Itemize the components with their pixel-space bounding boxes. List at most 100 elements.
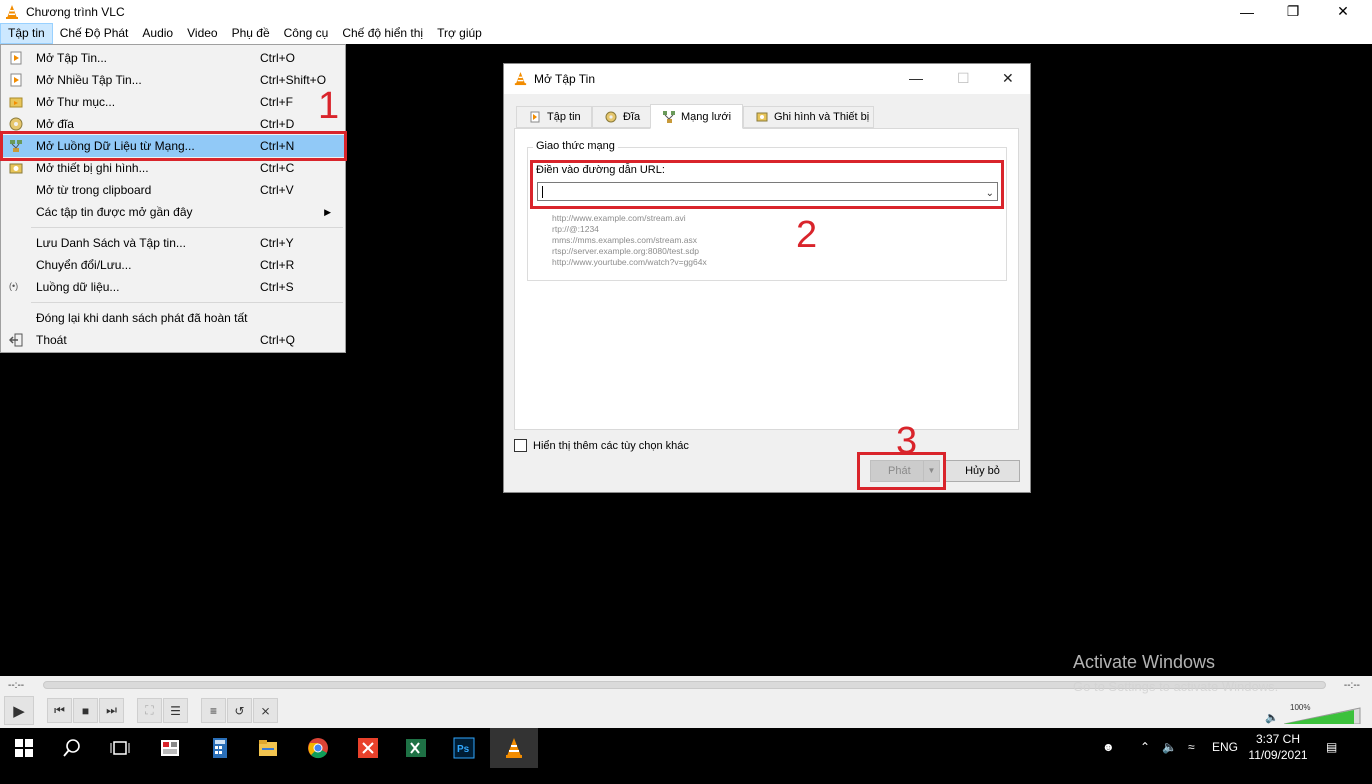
capture-device-icon [9, 163, 23, 174]
menu-playback[interactable]: Chế Độ Phát [53, 23, 136, 44]
close-button[interactable]: ✕ [1320, 0, 1366, 23]
search-icon [63, 739, 80, 757]
photoshop-icon: Ps [453, 737, 475, 759]
people-icon[interactable]: ☻ [1102, 740, 1115, 754]
vlc-cone-icon [6, 4, 18, 19]
taskbar-photoshop[interactable]: Ps [440, 728, 488, 768]
taskbar-excel[interactable] [392, 728, 440, 768]
dialog-title-bar: Mở Tập Tin — ☐ ✕ [504, 64, 1030, 94]
capture-device-icon [756, 112, 768, 122]
loop-button[interactable]: ↺ [227, 698, 252, 723]
file-play-icon [530, 111, 540, 123]
annotation-box-1 [0, 131, 347, 161]
total-time: --:-- [1343, 680, 1360, 691]
clock[interactable]: 3:37 CH 11/09/2021 [1248, 731, 1308, 763]
taskbar-chrome[interactable] [294, 728, 342, 768]
restore-icon: ❐ [1286, 3, 1300, 19]
playlist-button[interactable]: ≡ [201, 698, 226, 723]
url-examples: http://www.example.com/stream.avi rtp://… [552, 213, 707, 267]
exit-icon [9, 333, 23, 347]
wifi-icon[interactable]: ≈ [1188, 740, 1195, 754]
notification-icon[interactable]: ▤ [1326, 740, 1337, 754]
dialog-title: Mở Tập Tin [534, 72, 596, 86]
fullscreen-button[interactable]: ⛶ [137, 698, 162, 723]
next-button[interactable]: ⏭ [99, 698, 124, 723]
vlc-cone-icon [514, 71, 527, 86]
menu-item-save-playlist[interactable]: Lưu Danh Sách và Tập tin... Ctrl+Y [2, 232, 345, 254]
menu-item-quit[interactable]: Thoát Ctrl+Q [2, 329, 345, 351]
title-bar: Chương trình VLC — ❐ ✕ [0, 0, 1372, 23]
tab-file[interactable]: Tập tin [516, 106, 592, 128]
file-explorer-icon [259, 740, 277, 756]
menu-item-open-multiple[interactable]: Mở Nhiều Tập Tin... Ctrl+Shift+O [2, 69, 345, 91]
group-title: Giao thức mạng [533, 140, 618, 152]
tab-network[interactable]: Mạng lưới [650, 104, 743, 129]
menu-item-recent-files[interactable]: Các tập tin được mở gần đây ▶ [2, 201, 345, 223]
task-view-button[interactable] [96, 728, 144, 768]
menu-help[interactable]: Trợ giúp [430, 23, 489, 44]
menu-view[interactable]: Chế độ hiển thị [335, 23, 430, 44]
dialog-maximize-button[interactable]: ☐ [957, 70, 970, 87]
stop-button[interactable]: ■ [73, 698, 98, 723]
menu-item-open-folder[interactable]: Mở Thư mục... Ctrl+F [2, 91, 345, 113]
taskbar-calculator[interactable] [196, 728, 244, 768]
tab-disc[interactable]: Đĩa [592, 106, 651, 128]
taskbar-vlc[interactable] [490, 728, 538, 768]
play-button[interactable]: ▶ [4, 696, 34, 725]
search-button[interactable] [48, 728, 96, 768]
menu-subtitle[interactable]: Phụ đề [225, 23, 277, 44]
sliders-icon: ☰ [170, 703, 181, 718]
extended-settings-button[interactable]: ☰ [163, 698, 188, 723]
menu-item-open-clipboard[interactable]: Mở từ trong clipboard Ctrl+V [2, 179, 345, 201]
file-play-icon [10, 51, 22, 65]
minimize-button[interactable]: — [1224, 0, 1270, 23]
taskbar-xmind[interactable] [344, 728, 392, 768]
task-view-icon [110, 741, 130, 755]
close-icon: ✕ [1337, 3, 1349, 19]
volume-slider[interactable] [1284, 706, 1362, 724]
fullscreen-icon: ⛶ [145, 703, 154, 717]
taskbar: Ps ☻ ⌃ 🔈 ≈ ENG 3:37 CH 11/09/2021 ▤ [0, 728, 1372, 784]
speaker-icon[interactable]: 🔈 [1162, 740, 1177, 754]
menu-video[interactable]: Video [180, 23, 224, 44]
svg-text:Ps: Ps [457, 744, 470, 755]
folder-icon [9, 97, 23, 108]
annotation-number-3: 3 [896, 420, 918, 462]
dialog-minimize-button[interactable]: — [909, 70, 923, 86]
playlist-icon: ≡ [209, 703, 217, 718]
window-title: Chương trình VLC [26, 4, 125, 19]
menu-file[interactable]: Tập tin [0, 23, 53, 44]
maximize-button[interactable]: ❐ [1270, 0, 1316, 23]
menu-separator [31, 227, 343, 228]
menu-bar: Tập tin Chế Độ Phát Audio Video Phụ đề C… [0, 23, 1372, 44]
menu-audio[interactable]: Audio [135, 23, 180, 44]
chevron-up-icon[interactable]: ⌃ [1140, 740, 1150, 754]
shuffle-button[interactable]: ⨯ [253, 698, 278, 723]
taskbar-app[interactable] [146, 728, 194, 768]
menu-item-open-file[interactable]: Mở Tập Tin... Ctrl+O [2, 47, 345, 69]
more-options-checkbox[interactable]: Hiển thị thêm các tùy chọn khác [514, 439, 689, 452]
menu-item-quit-at-end[interactable]: Đóng lại khi danh sách phát đã hoàn tất [2, 307, 345, 329]
cancel-button[interactable]: Hủy bỏ [945, 460, 1020, 482]
elapsed-time: --:-- [8, 680, 25, 691]
network-icon [663, 110, 675, 123]
taskbar-file-explorer[interactable] [244, 728, 292, 768]
xmind-icon [358, 738, 378, 758]
checkbox[interactable] [514, 439, 527, 452]
tab-capture-device[interactable]: Ghi hình và Thiết bị [743, 106, 874, 128]
menu-item-stream[interactable]: (•) Luồng dữ liệu... Ctrl+S [2, 276, 345, 298]
submenu-arrow-icon: ▶ [324, 206, 331, 217]
language-indicator[interactable]: ENG [1212, 740, 1238, 754]
previous-button[interactable]: ⏮ [47, 698, 72, 723]
file-menu-dropdown: Mở Tập Tin... Ctrl+O Mở Nhiều Tập Tin... C… [0, 44, 346, 353]
calculator-icon [213, 738, 227, 758]
menu-item-convert-save[interactable]: Chuyển đổi/Lưu... Ctrl+R [2, 254, 345, 276]
windows-start-icon [15, 739, 33, 757]
vlc-icon [506, 738, 522, 758]
disc-icon [9, 117, 23, 131]
menu-tools[interactable]: Công cụ [277, 23, 336, 44]
windows-start-button[interactable] [0, 728, 48, 768]
speaker-icon[interactable]: 🔈 [1265, 711, 1279, 724]
next-icon: ⏭ [106, 703, 117, 717]
dialog-close-button[interactable]: ✕ [1002, 70, 1014, 87]
